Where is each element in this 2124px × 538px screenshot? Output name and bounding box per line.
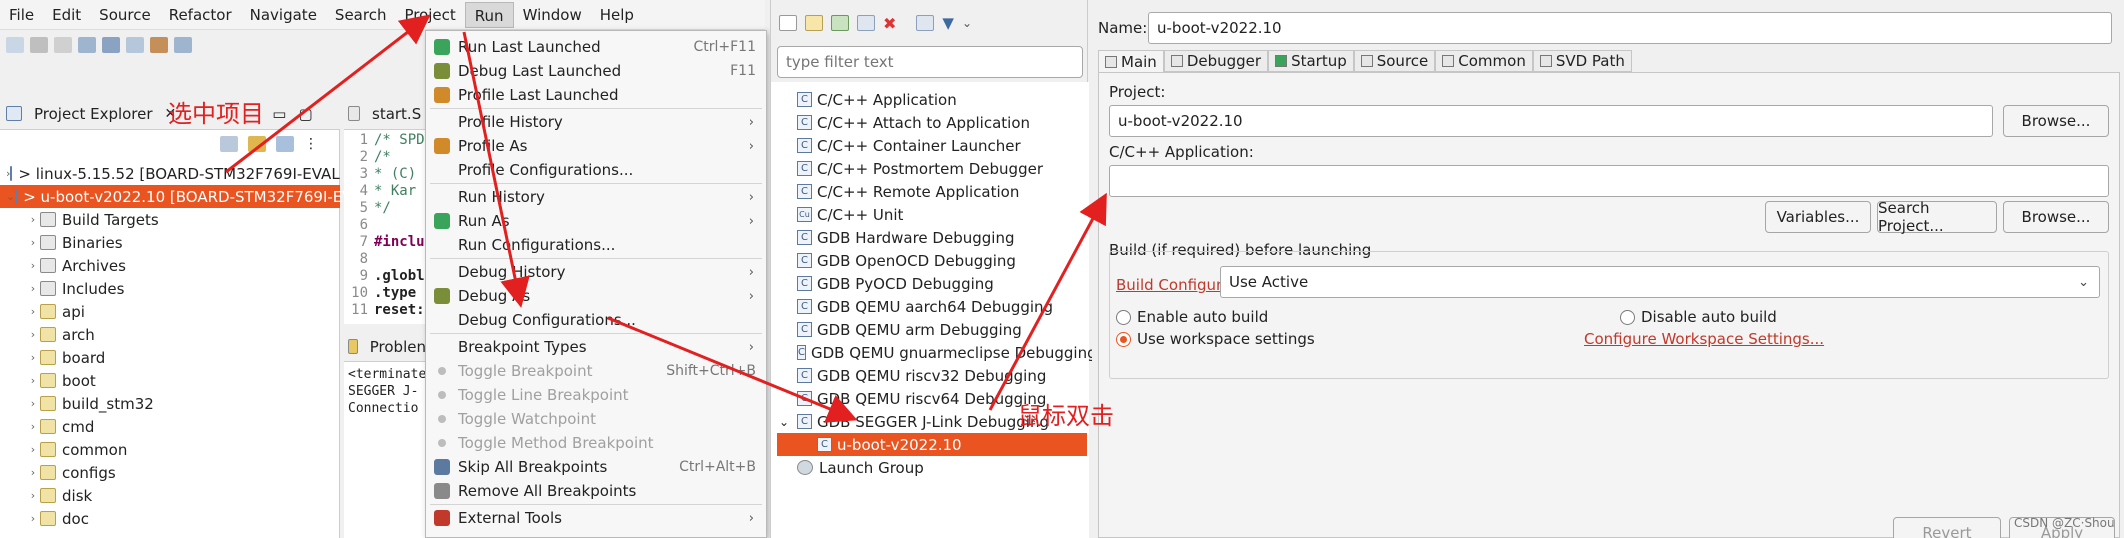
arrow-run-to-debug-configurations bbox=[462, 31, 530, 308]
select-project-annotation: 选中项目 bbox=[168, 100, 264, 128]
watermark: CSDN @ZC·Shou bbox=[2014, 516, 2115, 530]
double-click-annotation: 鼠标双击 bbox=[1018, 402, 1114, 430]
arrow-config-to-application bbox=[988, 192, 1107, 411]
annotation-arrows bbox=[225, 14, 1107, 423]
arrow-debug-configurations-to-jlink bbox=[607, 316, 858, 423]
